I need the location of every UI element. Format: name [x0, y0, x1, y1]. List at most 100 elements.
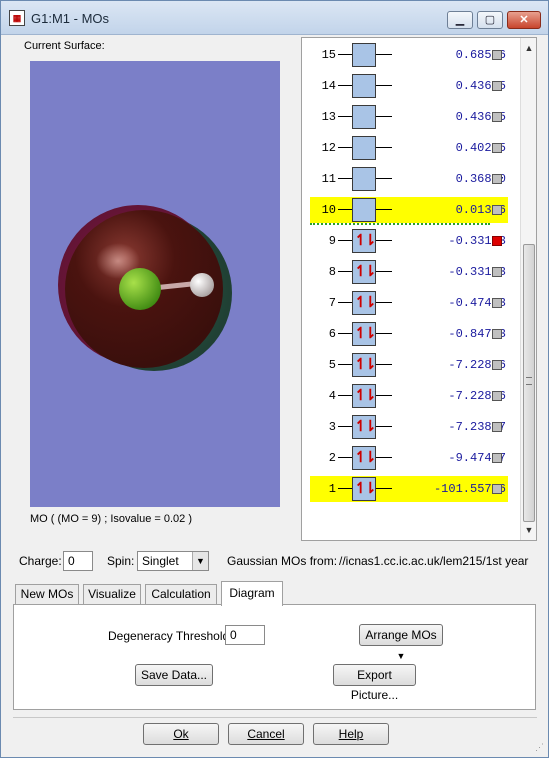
mo-visualize-checkbox[interactable] [492, 143, 502, 153]
mo-level-row[interactable]: 8 ↿⇂ -0.33163 [310, 259, 508, 285]
mo-level-box[interactable] [352, 74, 376, 98]
minimize-button[interactable]: ▁ [447, 11, 473, 29]
mo-level-box[interactable] [352, 198, 376, 222]
mo-visualize-checkbox[interactable] [492, 267, 502, 277]
mo-visualize-checkbox[interactable] [492, 453, 502, 463]
mo-visualize-checkbox[interactable] [492, 81, 502, 91]
cancel-button[interactable]: Cancel [228, 723, 304, 745]
options-row: Charge: Spin: Singlet ▼ Gaussian MOs fro… [19, 551, 539, 573]
charge-label: Charge: [19, 554, 62, 568]
mo-level-box[interactable]: ↿⇂ [352, 384, 377, 408]
mos-window: ▦ G1:M1 - MOs ▁ ▢ ✕ Current Surface: MO … [0, 0, 549, 758]
maximize-button[interactable]: ▢ [477, 11, 503, 29]
mo-visualize-checkbox[interactable] [492, 329, 502, 339]
surface-panel: Current Surface: MO ((MO = 9) ; Isovalu… [14, 37, 296, 537]
molecule-viewport[interactable] [30, 61, 280, 507]
mo-number: 9 [328, 234, 336, 248]
level-line [338, 333, 352, 334]
mo-visualize-checkbox[interactable] [492, 484, 502, 494]
level-line [376, 302, 392, 303]
mo-visualize-checkbox[interactable] [492, 391, 502, 401]
mo-visualize-checkbox[interactable] [492, 205, 502, 215]
mo-number: 15 [321, 48, 336, 62]
help-button[interactable]: Help [313, 723, 389, 745]
arrange-mos-button[interactable]: Arrange MOs ▼ [359, 624, 443, 661]
mo-level-row[interactable]: 12 0.40255 [310, 135, 508, 161]
mo-number: 12 [321, 141, 336, 155]
mo-number: 2 [328, 451, 336, 465]
save-data-button[interactable]: Save Data... [135, 664, 213, 686]
gaussview-app-icon[interactable]: ▦ [9, 10, 25, 26]
mo-level-box[interactable] [352, 105, 376, 129]
degeneracy-input[interactable] [225, 625, 265, 645]
mo-level-box[interactable]: ↿⇂ [352, 477, 377, 501]
mo-surface-render [58, 205, 232, 371]
electron-pair-icon: ↿⇂ [354, 325, 376, 342]
mo-level-box[interactable]: ↿⇂ [352, 291, 377, 315]
mo-level-box[interactable] [352, 43, 376, 67]
mo-visualize-checkbox[interactable] [492, 422, 502, 432]
mo-diagram-panel[interactable]: 15 0.68586 14 0.43685 13 0.43685 12 0.40255 11 0.… [301, 37, 537, 541]
mo-level-row[interactable]: 5 ↿⇂ -7.22836 [310, 352, 508, 378]
mo-number: 6 [328, 327, 336, 341]
mo-level-box[interactable]: ↿⇂ [352, 446, 377, 470]
mo-level-row[interactable]: 3 ↿⇂ -7.23847 [310, 414, 508, 440]
mo-level-box[interactable]: ↿⇂ [352, 353, 377, 377]
mo-number: 8 [328, 265, 336, 279]
mo-level-row[interactable]: 4 ↿⇂ -7.22836 [310, 383, 508, 409]
mo-number: 13 [321, 110, 336, 124]
mo-number: 3 [328, 420, 336, 434]
spin-select[interactable]: Singlet ▼ [137, 551, 209, 571]
tab-visualize[interactable]: Visualize [83, 584, 141, 605]
mo-level-box[interactable]: ↿⇂ [352, 229, 377, 253]
mo-visualize-checkbox[interactable] [492, 112, 502, 122]
level-line [338, 178, 352, 179]
resize-grip-icon[interactable]: ⋰ [535, 742, 544, 753]
mo-level-row[interactable]: 14 0.43685 [310, 73, 508, 99]
source-path: //icnas1.cc.ic.ac.uk/lem215/1st year [339, 554, 529, 568]
mo-level-row[interactable]: 9 ↿⇂ -0.33163 [310, 228, 508, 254]
level-line [376, 147, 392, 148]
mo-level-row[interactable]: 10 0.01366 [310, 197, 508, 223]
mo-level-row[interactable]: 7 ↿⇂ -0.47433 [310, 290, 508, 316]
level-line [376, 178, 392, 179]
mo-level-row[interactable]: 11 0.36800 [310, 166, 508, 192]
scroll-down-arrow[interactable]: ▼ [521, 522, 537, 538]
mo-visualize-checkbox[interactable] [492, 298, 502, 308]
chevron-down-icon[interactable]: ▼ [192, 552, 208, 570]
scroll-thumb[interactable] [523, 244, 535, 522]
mo-level-box[interactable] [352, 136, 376, 160]
mo-level-row[interactable]: 6 ↿⇂ -0.84773 [310, 321, 508, 347]
electron-pair-icon: ↿⇂ [354, 449, 376, 466]
charge-input[interactable] [63, 551, 93, 571]
mo-caption: MO ( (MO = 9) ; Isovalue = 0.02 ) [30, 513, 192, 525]
level-line [338, 395, 352, 396]
mo-level-row[interactable]: 1 ↿⇂ -101.55786 [310, 476, 508, 502]
mo-level-box[interactable] [352, 167, 376, 191]
mo-list-scrollbar[interactable]: ▲ ▼ [520, 38, 536, 540]
mo-level-row[interactable]: 2 ↿⇂ -9.47437 [310, 445, 508, 471]
mo-visualize-checkbox[interactable] [492, 50, 502, 60]
mo-visualize-checkbox[interactable] [492, 236, 502, 246]
mo-level-row[interactable]: 13 0.43685 [310, 104, 508, 130]
scroll-up-arrow[interactable]: ▲ [521, 40, 537, 56]
mo-number: 7 [328, 296, 336, 310]
tab-diagram[interactable]: Diagram [221, 581, 283, 606]
mo-level-row[interactable]: 15 0.68586 [310, 42, 508, 68]
scroll-grip-icon [526, 377, 532, 385]
source-label: Gaussian MOs from: [227, 554, 338, 568]
window-title: G1:M1 - MOs [31, 11, 110, 26]
mo-visualize-checkbox[interactable] [492, 360, 502, 370]
tab-calculation[interactable]: Calculation [145, 584, 217, 605]
export-picture-button[interactable]: Export Picture... [333, 664, 416, 702]
level-line [338, 364, 352, 365]
mo-visualize-checkbox[interactable] [492, 174, 502, 184]
mo-level-box[interactable]: ↿⇂ [352, 415, 377, 439]
tab-new-mos[interactable]: New MOs [15, 584, 79, 605]
mo-level-box[interactable]: ↿⇂ [352, 260, 377, 284]
close-button[interactable]: ✕ [507, 11, 541, 29]
ok-button[interactable]: Ok [143, 723, 219, 745]
title-bar[interactable]: ▦ G1:M1 - MOs ▁ ▢ ✕ [1, 1, 548, 35]
level-line [338, 457, 352, 458]
mo-level-box[interactable]: ↿⇂ [352, 322, 377, 346]
